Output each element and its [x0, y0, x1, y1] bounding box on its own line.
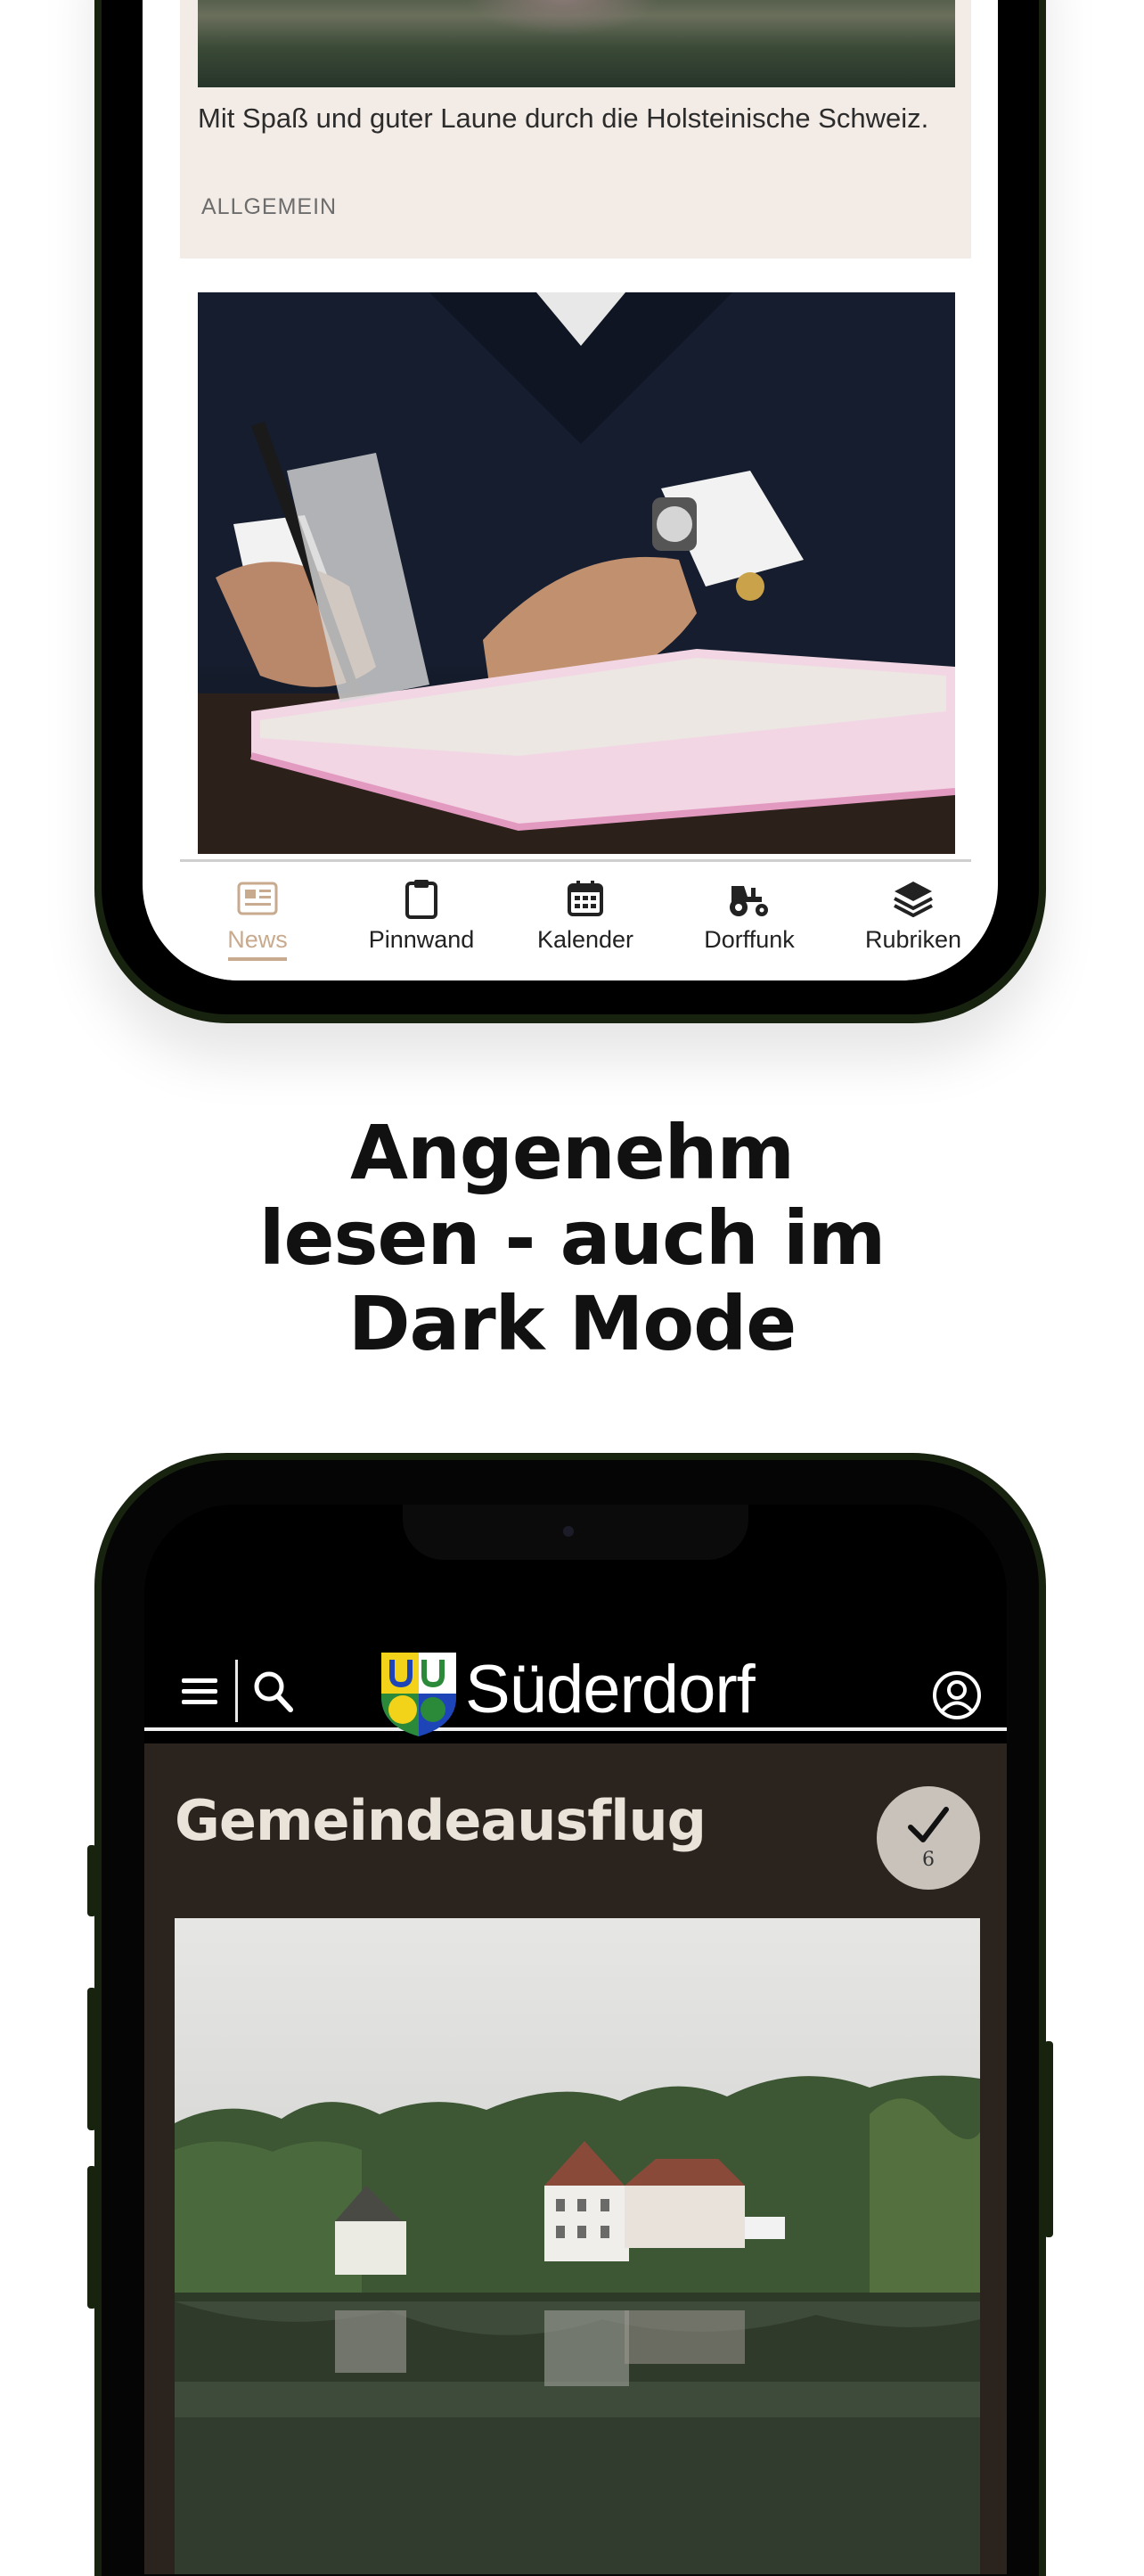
app-header: Süderdorf	[144, 1629, 1007, 1736]
newspaper-icon	[191, 876, 324, 921]
phone-bezel: Süderdorf Gemeindeausflug 6	[102, 1460, 1039, 2576]
news-card-image-signing[interactable]	[198, 292, 955, 854]
article-title: Gemeindeausflug	[175, 1788, 707, 1853]
layers-icon	[846, 876, 980, 921]
tab-kalender[interactable]: Kalender	[519, 876, 652, 954]
read-check-button[interactable]: 6	[877, 1786, 980, 1890]
promo-headline: Angenehm lesen - auch im Dark Mode	[0, 1110, 1144, 1366]
search-icon[interactable]	[251, 1669, 294, 1717]
news-card-image	[198, 0, 955, 87]
tractor-icon	[682, 876, 816, 921]
phone-bezel: Mit Spaß und guter Laune durch die Holst…	[102, 0, 1039, 1014]
side-button	[1044, 2041, 1053, 2237]
camera-dot	[563, 1526, 574, 1537]
phone-notch	[403, 1505, 748, 1560]
article-card[interactable]: Gemeindeausflug 6	[144, 1743, 1007, 2574]
headline-line-1: Angenehm	[349, 1109, 795, 1196]
side-button	[87, 1845, 96, 1916]
news-card-category[interactable]: ALLGEMEIN	[201, 194, 337, 220]
calendar-icon	[519, 876, 652, 921]
header-divider	[235, 1660, 238, 1722]
tab-active-indicator	[228, 957, 287, 961]
tab-news[interactable]: News	[191, 876, 324, 961]
tab-kalender-label: Kalender	[536, 926, 634, 953]
side-button	[87, 2166, 96, 2309]
phone-screen-light: Mit Spaß und guter Laune durch die Holst…	[143, 0, 998, 980]
phone-screen-dark: Süderdorf Gemeindeausflug 6	[144, 1505, 1007, 2574]
tab-pinnwand[interactable]: Pinnwand	[355, 876, 488, 954]
tab-news-label: News	[227, 926, 288, 953]
bottom-tab-bar: News Pinnwand Kalender Dorffunk Rubriken	[180, 859, 971, 980]
tab-dorffunk[interactable]: Dorffunk	[682, 876, 816, 954]
phone-dark-mockup: Süderdorf Gemeindeausflug 6	[87, 1453, 1053, 2576]
clipboard-icon	[355, 876, 488, 921]
read-check-count: 6	[922, 1849, 935, 1871]
signing-photo-illustration	[198, 292, 955, 854]
account-icon[interactable]	[932, 1670, 982, 1724]
app-brand-name: Süderdorf	[465, 1652, 756, 1727]
hamburger-menu-icon[interactable]	[180, 1674, 219, 1713]
headline-line-2: lesen - auch im	[258, 1194, 887, 1282]
phone-light-mockup: Mit Spaß und guter Laune durch die Holst…	[94, 0, 1046, 1023]
side-button	[87, 1988, 96, 2130]
news-card[interactable]: Mit Spaß und guter Laune durch die Holst…	[180, 0, 971, 258]
tab-rubriken[interactable]: Rubriken	[846, 876, 980, 954]
tab-pinnwand-label: Pinnwand	[368, 926, 475, 953]
checkmark-icon	[908, 1807, 949, 1842]
news-card-teaser: Mit Spaß und guter Laune durch die Holst…	[198, 103, 929, 134]
tab-rubriken-label: Rubriken	[864, 926, 962, 953]
village-crest-logo[interactable]	[378, 1649, 460, 1742]
headline-line-3: Dark Mode	[347, 1280, 797, 1367]
tab-dorffunk-label: Dorffunk	[704, 926, 795, 953]
